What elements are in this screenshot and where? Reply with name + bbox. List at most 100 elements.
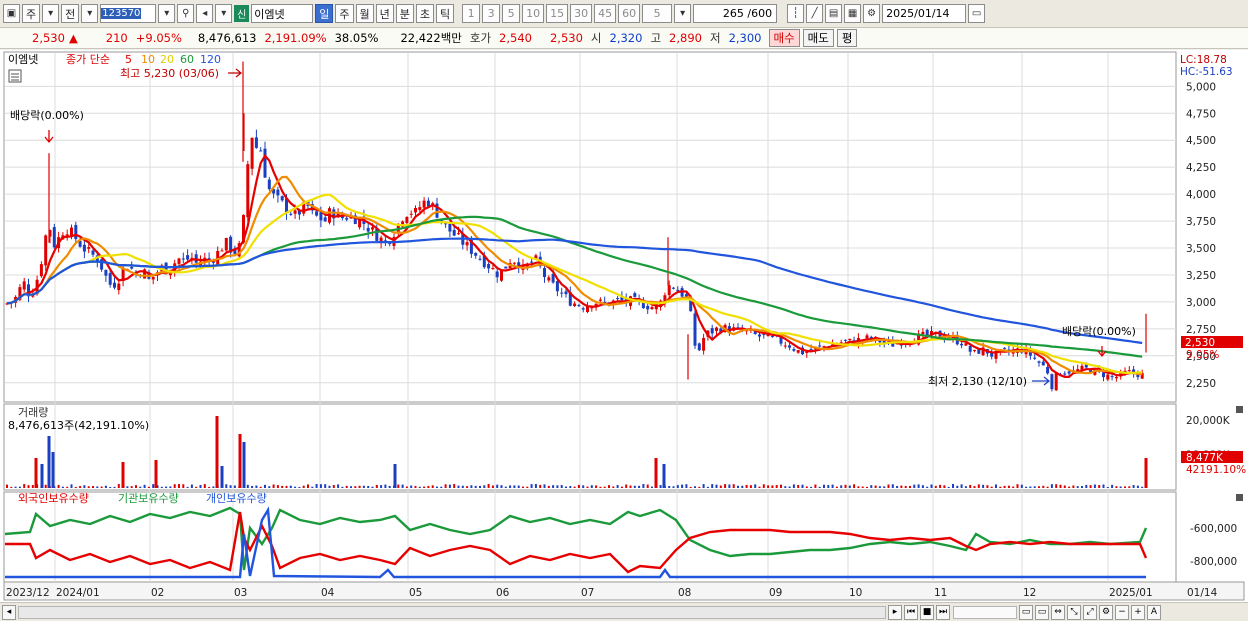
legend-ma60[interactable]: 60 [180,53,194,66]
price-tick-label: 3,500 [1186,243,1216,255]
volume-bar [328,485,331,488]
step-15[interactable]: 15 [546,4,569,23]
rewind-icon[interactable]: ⏮ [904,604,918,620]
volume-bar [513,485,516,488]
scroll-left-icon[interactable]: ◂ [2,604,16,620]
speaker-icon[interactable]: ◂ [196,4,214,23]
step-10[interactable]: 10 [522,4,545,23]
step-5[interactable]: 5 [502,4,521,23]
chevron-down-icon[interactable]: ▾ [42,4,60,23]
lc-value: LC:18.78 [1180,54,1227,66]
stock-code-input[interactable]: 123570 [100,4,157,23]
volume-bar [741,485,744,488]
tab-week[interactable]: 주 [335,4,354,23]
step-select[interactable]: 5 [642,4,673,23]
step-1[interactable]: 1 [462,4,481,23]
shrink-icon[interactable]: ⤡ [1067,604,1081,620]
expand-icon[interactable]: ⤢ [1083,604,1097,620]
stop-icon[interactable]: ■ [920,604,934,620]
calendar-icon[interactable]: ▭ [968,4,986,23]
flat-button[interactable]: 평 [836,29,858,47]
volume-bar [1144,458,1148,488]
legend-ma120[interactable]: 120 [200,53,221,66]
volume-bar [311,486,314,488]
candle-body [960,343,964,346]
volume-close-icon[interactable] [1236,406,1243,413]
table-icon[interactable]: ▤ [825,4,843,23]
count-input[interactable]: 265 /600 [693,4,778,23]
prev-button[interactable]: 전 [61,4,80,23]
candle-body [547,277,551,281]
volume-bar [319,484,322,488]
tab-minute[interactable]: 분 [395,4,414,23]
quote-bar: 2,530 ▲ 210 +9.05% 8,476,613 2,191.09% 3… [0,28,1248,49]
plus-icon[interactable]: + [1131,604,1145,620]
layout-icon[interactable]: ▣ [3,4,20,23]
chevron-down-icon[interactable]: ▾ [81,4,99,23]
candle-body [70,227,73,236]
tab-tick[interactable]: 틱 [436,4,455,23]
volume-title[interactable]: 거래량 [18,406,48,419]
open-price: 2,320 [609,31,643,45]
stock-name-field[interactable]: 이엠넷 [251,4,314,23]
legend-individual[interactable]: 개인보유수량 [206,492,267,505]
vol-tag-pct: 42191.10% [1186,464,1246,476]
candle-body [108,273,112,285]
step-30[interactable]: 30 [570,4,593,23]
legend-foreign[interactable]: 외국인보유수량 [18,492,89,505]
buy-button[interactable]: 매수 [768,29,800,47]
volume-bar [461,485,464,488]
date-input[interactable]: 2025/01/14 [882,4,967,23]
forward-icon[interactable]: ⏭ [936,604,950,620]
settings-icon[interactable]: ⚙ [1099,604,1113,620]
legend-ma20[interactable]: 20 [160,53,174,66]
tab-year[interactable]: 년 [375,4,394,23]
chevron-down-icon[interactable]: ▾ [674,4,692,23]
high-label: 고 [650,31,662,45]
legend-institution[interactable]: 기관보유수량 [118,492,179,505]
zoom-range-icon[interactable]: ▭ [1035,604,1049,620]
tab-day[interactable]: 일 [315,4,334,23]
volume-bar [702,484,705,488]
scroll-thumb[interactable] [19,606,885,618]
hc-value: HC:-51.63 [1180,66,1233,78]
tab-second[interactable]: 초 [415,4,434,23]
search-icon[interactable]: ⚲ [177,4,195,23]
volume-bar [599,486,602,488]
font-size-icon[interactable]: A [1147,604,1161,620]
sell-button[interactable]: 매도 [802,29,834,47]
holding-close-icon[interactable] [1236,494,1243,501]
save-icon[interactable]: ▦ [844,4,862,23]
candle-body [224,237,228,251]
tab-month[interactable]: 월 [355,4,374,23]
zoom-slider[interactable] [953,605,1017,619]
legend-ma10[interactable]: 10 [141,53,155,66]
chart-canvas[interactable]: 5,000 4,750 4,500 4,250 4,000 3,750 3,500 3,250… [0,50,1248,602]
minus-icon[interactable]: − [1115,604,1129,620]
chevron-down-icon[interactable]: ▾ [215,4,233,23]
step-60[interactable]: 60 [618,4,641,23]
chart-scrollbar[interactable]: ◂ ▸ ⏮ ■ ⏭ ▭ ▭ ⇔ ⤡ ⤢ ⚙ − + A [0,602,1248,621]
chart-area[interactable]: 5,000 4,750 4,500 4,250 4,000 3,750 3,500 3,250… [0,50,1248,602]
line-chart-icon[interactable]: ╱ [806,4,824,23]
volume-bar [504,486,507,488]
legend-stock[interactable]: 이엠넷 [8,53,38,66]
holding-tick-label: -800,000 [1190,556,1237,568]
step-3[interactable]: 3 [482,4,501,23]
zoom-fit-icon[interactable]: ▭ [1019,604,1033,620]
candle-body [758,334,761,337]
candle-type-icon[interactable]: ┆ [787,4,805,23]
dropdown-icon[interactable]: ▾ [158,4,176,23]
scroll-track[interactable] [18,605,886,619]
scroll-right-icon[interactable]: ▸ [888,604,902,620]
volume-bar [952,484,954,488]
legend-price-type[interactable]: 종가 단순 [66,53,110,66]
legend-ma5[interactable]: 5 [125,53,132,66]
volume-bar [238,434,242,488]
period-main-select[interactable]: 주 [22,4,41,23]
volume-bar [109,486,112,488]
step-45[interactable]: 45 [594,4,617,23]
gear-icon[interactable]: ⚙ [863,4,881,23]
cursor-icon[interactable]: ⇔ [1051,604,1065,620]
candle-body [495,271,499,278]
